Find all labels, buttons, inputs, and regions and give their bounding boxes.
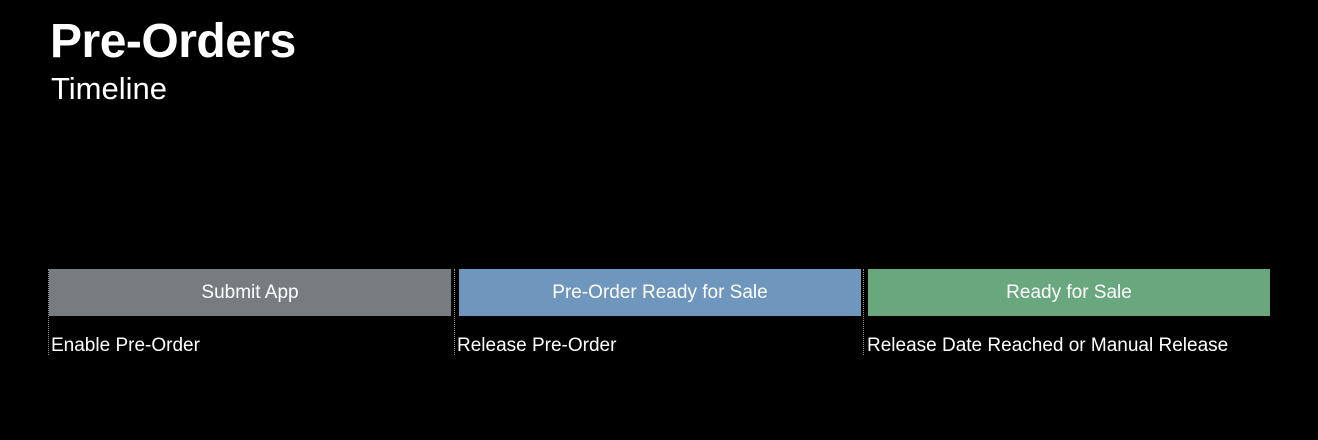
stage-action-release-pre-order: Release Pre-Order [457,335,617,356]
stage-label: Submit App [201,281,299,303]
stage-action-release-date-reached: Release Date Reached or Manual Release [867,335,1229,356]
stage-divider-pre-order-ready [454,269,455,355]
stage-label: Ready for Sale [1006,281,1132,303]
stage-bar-pre-order-ready-for-sale: Pre-Order Ready for Sale [459,269,861,316]
page-title: Pre-Orders [50,15,296,68]
stage-label: Pre-Order Ready for Sale [552,281,768,303]
stage-divider-ready-for-sale [863,269,864,355]
stage-action-enable-pre-order: Enable Pre-Order [51,335,200,356]
stage-bar-submit-app: Submit App [49,269,451,316]
page-subtitle: Timeline [51,71,167,106]
stage-bar-ready-for-sale: Ready for Sale [868,269,1270,316]
